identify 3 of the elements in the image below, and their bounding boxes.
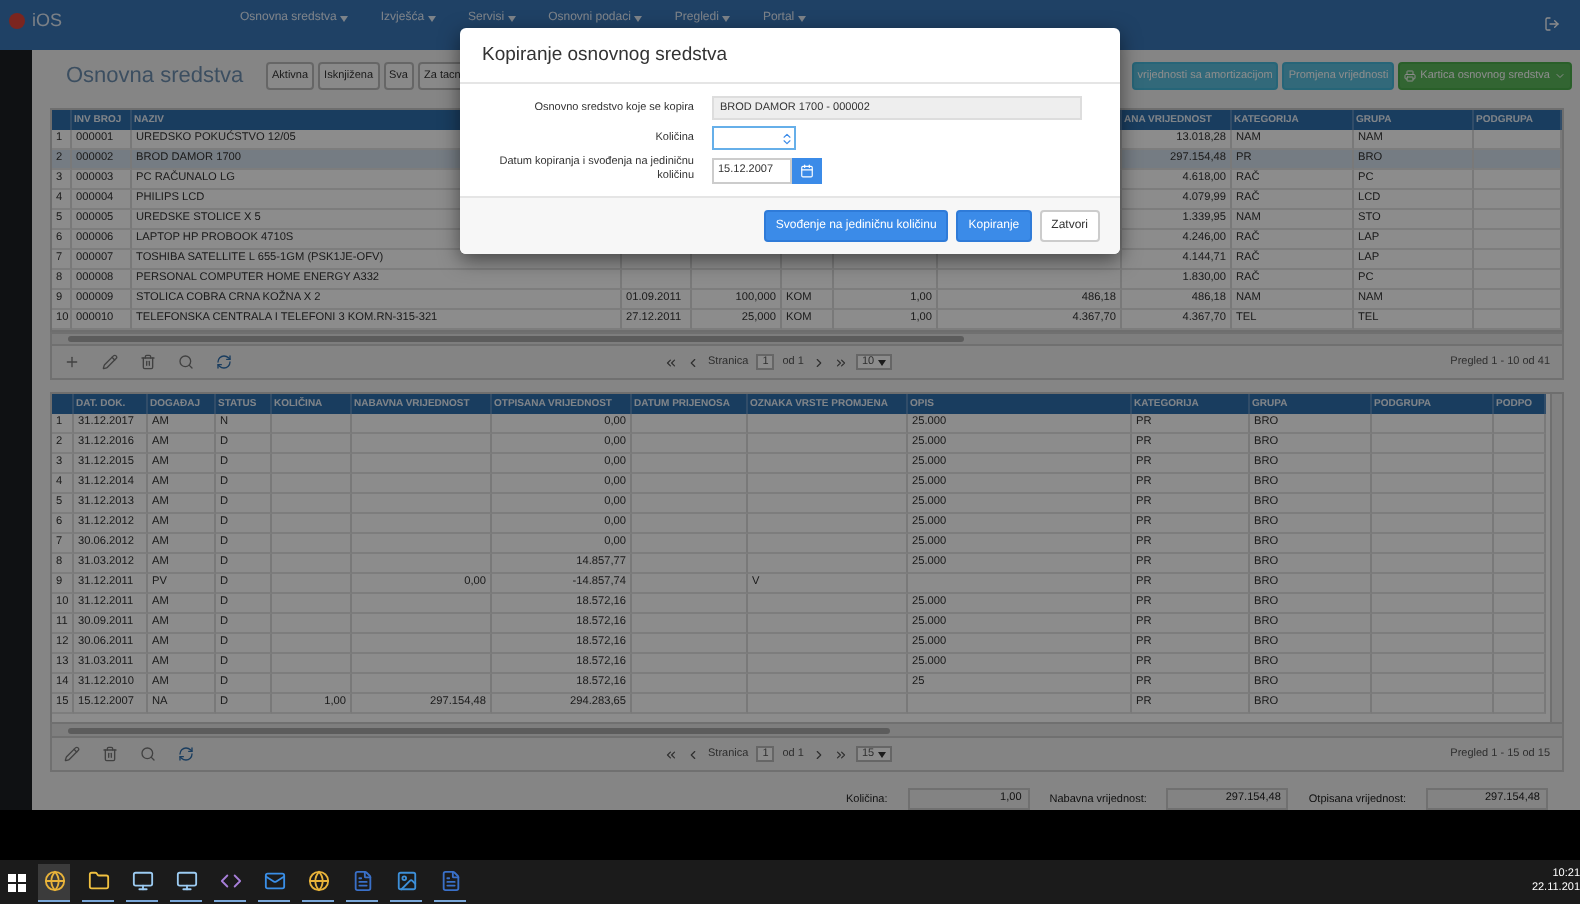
app-logo: iOS [32, 10, 63, 30]
dialog-title: Kopiranje osnovnog sredstva [482, 44, 728, 66]
page-title: Osnovna sredstva [64, 64, 246, 89]
